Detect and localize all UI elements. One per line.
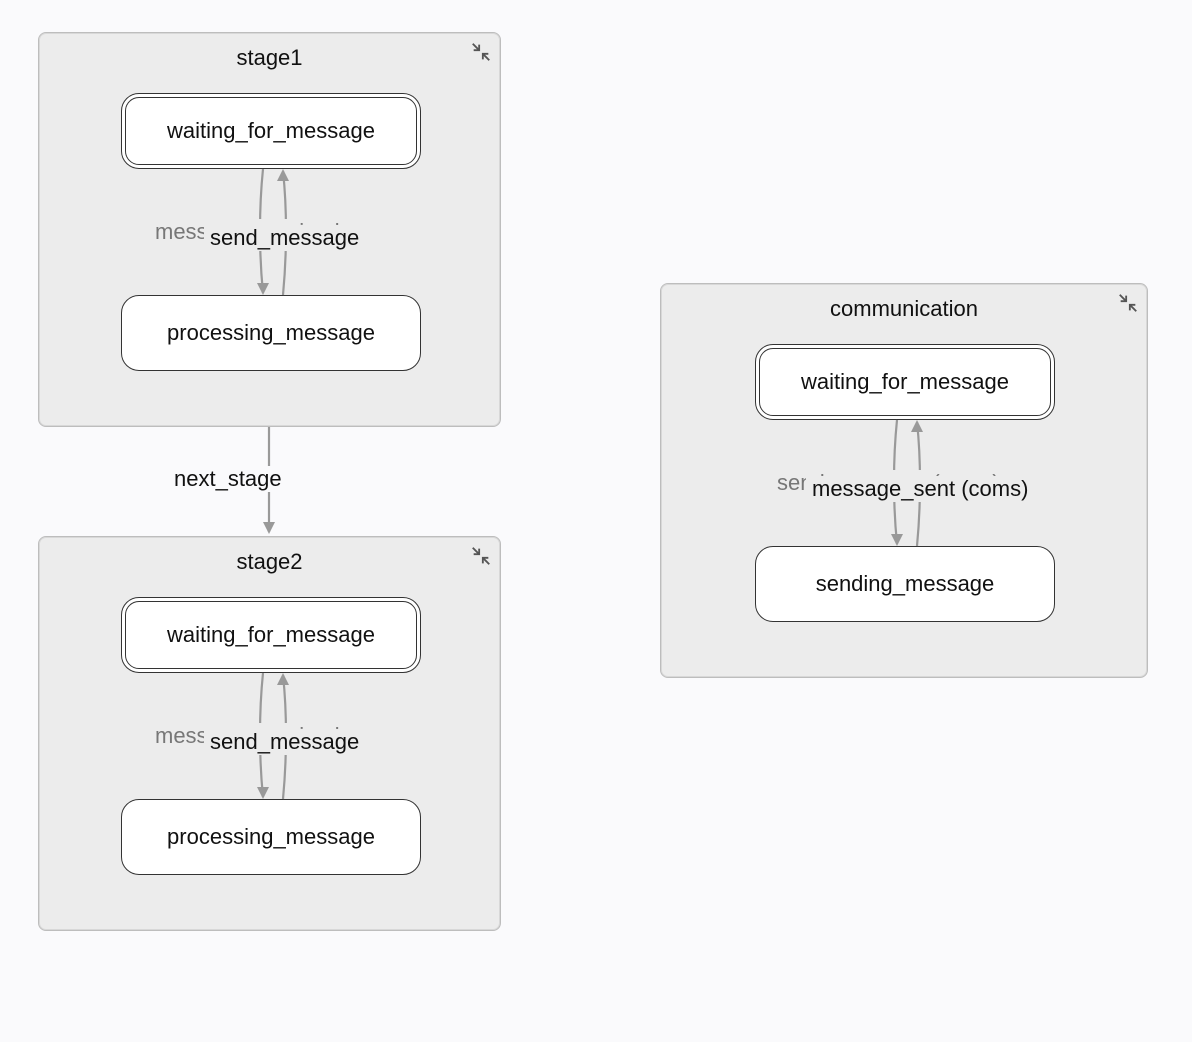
state-label: sending_message [816,571,995,597]
state-sending-message[interactable]: sending_message [755,546,1055,622]
state-waiting-for-message[interactable]: waiting_for_message [755,344,1055,420]
state-label: waiting_for_message [167,118,375,144]
compound-communication[interactable]: communication waiting_for_message sendin… [660,283,1148,678]
compound-stage1[interactable]: stage1 waiting_for_message processing_me… [38,32,501,427]
compound-title: stage2 [39,549,500,575]
state-label: processing_message [167,824,375,850]
state-waiting-for-message[interactable]: waiting_for_message [121,597,421,673]
compound-title: communication [661,296,1147,322]
state-label: processing_message [167,320,375,346]
collapse-icon[interactable] [1117,292,1139,314]
state-label: waiting_for_message [167,622,375,648]
state-waiting-for-message[interactable]: waiting_for_message [121,93,421,169]
state-diagram-canvas: stage1 waiting_for_message processing_me… [0,0,1192,1042]
collapse-icon[interactable] [470,545,492,567]
transition-label: message_sent (coms) [806,476,1034,502]
state-processing-message[interactable]: processing_message [121,295,421,371]
compound-stage2[interactable]: stage2 waiting_for_message processing_me… [38,536,501,931]
compound-title: stage1 [39,45,500,71]
state-label: waiting_for_message [801,369,1009,395]
transition-label: send_message [204,729,365,755]
state-processing-message[interactable]: processing_message [121,799,421,875]
transition-label: send_message [204,225,365,251]
transition-label: next_stage [168,466,288,492]
collapse-icon[interactable] [470,41,492,63]
